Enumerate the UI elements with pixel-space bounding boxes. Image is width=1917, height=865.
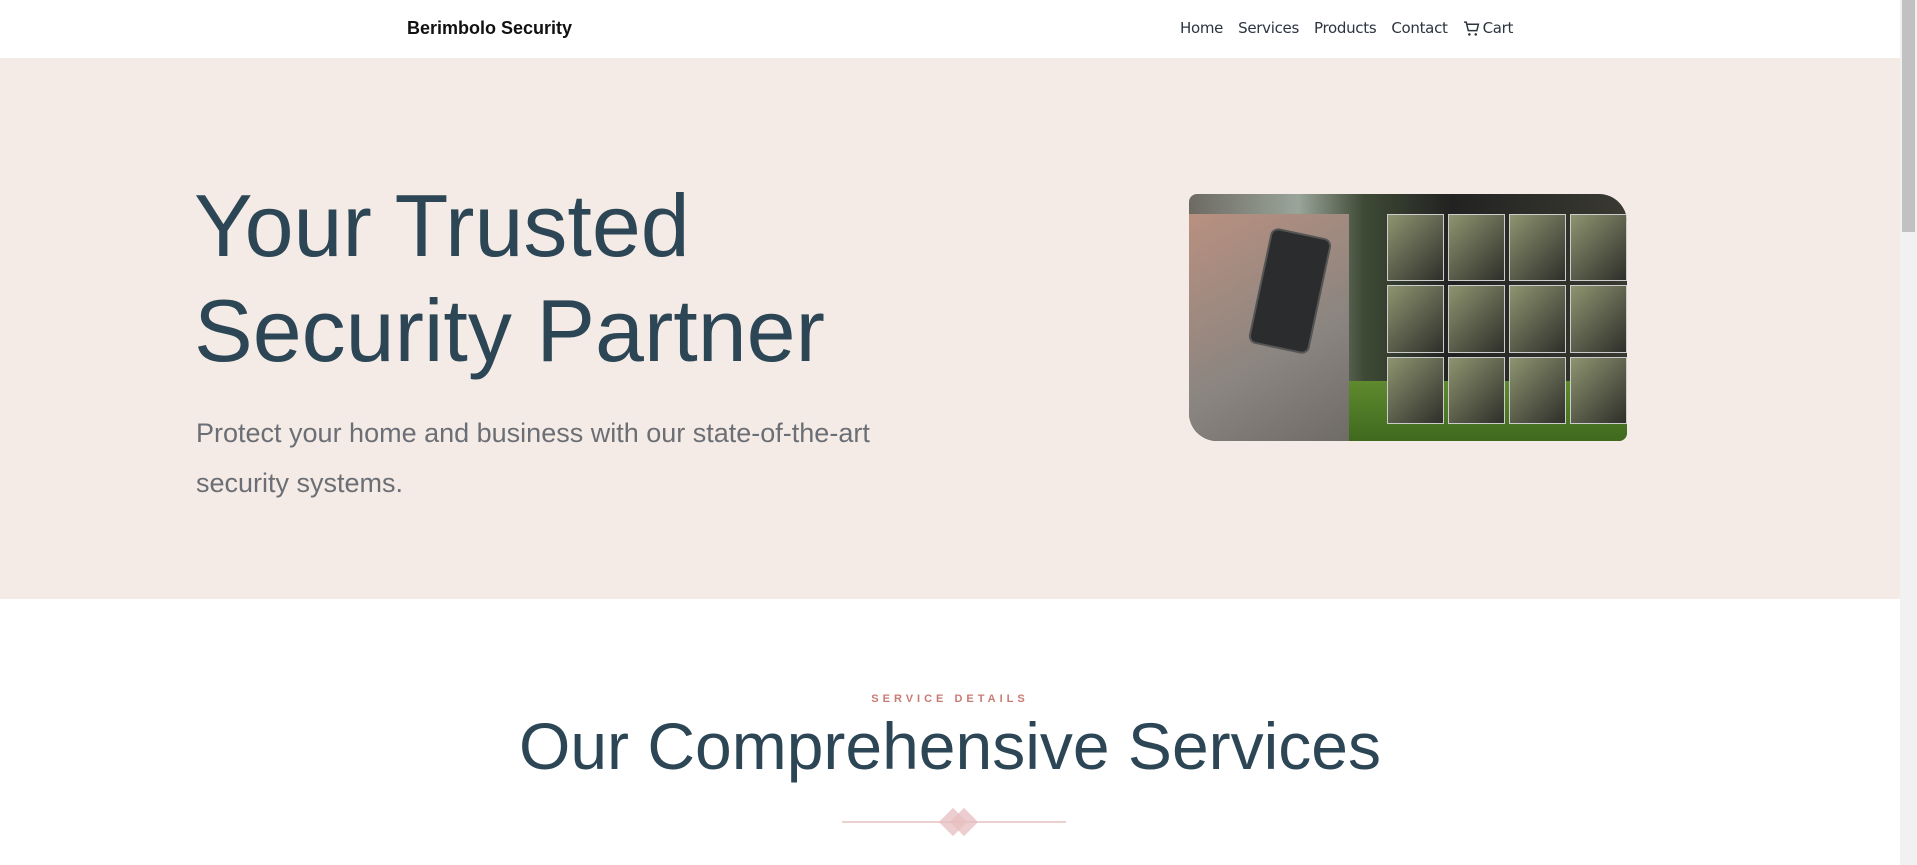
section-title: Our Comprehensive Services bbox=[519, 709, 1381, 783]
hero-subtitle: Protect your home and business with our … bbox=[196, 418, 870, 498]
cart-label: Cart bbox=[1482, 19, 1514, 37]
brand-logo[interactable]: Berimbolo Security bbox=[407, 18, 572, 39]
nav-products[interactable]: Products bbox=[1314, 19, 1377, 37]
camera-grid bbox=[1387, 214, 1627, 424]
nav-home[interactable]: Home bbox=[1180, 19, 1223, 37]
nav-services[interactable]: Services bbox=[1238, 19, 1299, 37]
top-nav: Berimbolo Security Home Services Product… bbox=[0, 0, 1900, 58]
section-eyebrow: SERVICE DETAILS bbox=[871, 693, 1029, 705]
hero-image bbox=[1189, 194, 1627, 441]
hero-title: Your Trusted Security Partner bbox=[194, 173, 994, 383]
hero-title-line2: Security Partner bbox=[194, 281, 825, 380]
nav-contact[interactable]: Contact bbox=[1391, 19, 1448, 37]
hero-section: Your Trusted Security Partner Protect yo… bbox=[0, 58, 1900, 599]
scrollbar[interactable] bbox=[1900, 0, 1917, 865]
scrollbar-thumb[interactable] bbox=[1902, 0, 1915, 232]
page: Berimbolo Security Home Services Product… bbox=[0, 0, 1900, 865]
nav-links: Home Services Products Contact Cart bbox=[1180, 19, 1513, 37]
cart-icon bbox=[1463, 20, 1479, 36]
nav-cart[interactable]: Cart bbox=[1463, 19, 1514, 37]
hero-title-line1: Your Trusted bbox=[194, 176, 690, 275]
